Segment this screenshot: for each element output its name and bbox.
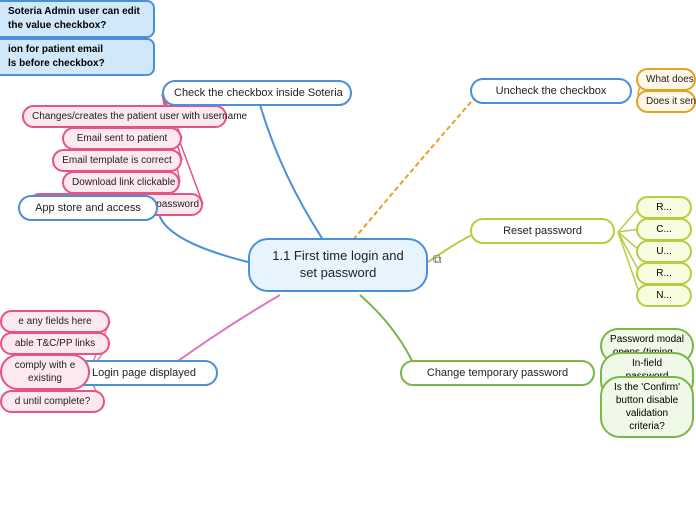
login-page-node[interactable]: Login page displayed (70, 360, 218, 386)
change-sub3: Is the 'Confirm' button disable validati… (600, 376, 694, 438)
reset-password-node[interactable]: Reset password (470, 218, 615, 244)
reset-sub5: N... (636, 284, 692, 307)
reset-sub2: C... (636, 218, 692, 241)
uncheck-sub2: Does it send and... (636, 90, 696, 113)
login-sub2: able T&C/PP links (0, 332, 110, 355)
login-sub4: d until complete? (0, 390, 105, 413)
login-sub1: e any fields here (0, 310, 110, 333)
uncheck-checkbox-node[interactable]: Uncheck the checkbox (470, 78, 632, 104)
reset-sub4: R... (636, 262, 692, 285)
sub-node-download-link: Download link clickable (62, 171, 180, 194)
uncheck-sub1: What does this do... (636, 68, 696, 91)
external-link-icon[interactable]: ⧉ (433, 252, 442, 267)
sub-node-creates-patient: Changes/creates the patient user with us… (22, 105, 227, 128)
login-sub3: comply with e existing (0, 354, 90, 390)
center-node[interactable]: 1.1 First time login and set password (248, 238, 428, 292)
app-store-node[interactable]: App store and access (18, 195, 158, 221)
reset-sub1: R... (636, 196, 692, 219)
reset-sub3: U... (636, 240, 692, 263)
sub-node-email-template: Email template is correct (52, 149, 182, 172)
top-left-email-node: ion for patient emaills before checkbox? (0, 38, 155, 76)
check-checkbox-node[interactable]: Check the checkbox inside Soteria (162, 80, 352, 106)
sub-node-email-sent: Email sent to patient (62, 127, 182, 150)
top-left-admin-node: Soteria Admin user can edit the value ch… (0, 0, 155, 38)
change-temp-password-node[interactable]: Change temporary password (400, 360, 595, 386)
